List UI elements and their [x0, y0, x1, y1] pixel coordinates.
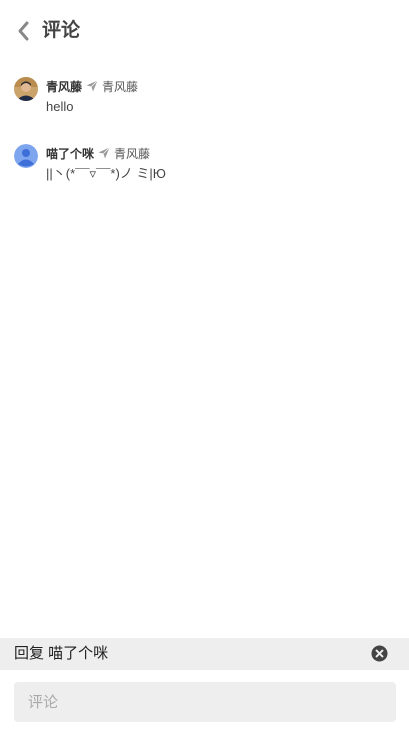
- header: 评论: [0, 0, 409, 62]
- comment-input-container: [14, 682, 396, 722]
- avatar[interactable]: [14, 144, 38, 168]
- clear-reply-button[interactable]: [371, 645, 388, 662]
- comments-page: 评论 青风藤 青风藤 hello 喵了个咪 青风藤 ||丶(*¯¯▿¯¯*)ノ …: [0, 0, 409, 731]
- comment-content: ||丶(*¯¯▿¯¯*)ノ ミ|Ю: [46, 166, 166, 181]
- photo-avatar: [14, 77, 38, 101]
- avatar[interactable]: [14, 77, 38, 101]
- back-button[interactable]: [10, 17, 36, 45]
- comment-meta: 青风藤 青风藤: [46, 77, 138, 95]
- comment-content: hello: [46, 99, 74, 114]
- comment-input[interactable]: [14, 682, 396, 722]
- comment-meta: 喵了个咪 青风藤: [46, 144, 150, 162]
- send-icon: [86, 80, 98, 92]
- close-circle-icon: [371, 645, 388, 662]
- reply-target-bar: 回复 喵了个咪: [0, 638, 409, 670]
- chevron-left-icon: [18, 21, 29, 41]
- reply-target-label: 回复 喵了个咪: [14, 645, 109, 662]
- author-name[interactable]: 青风藤: [46, 78, 82, 95]
- send-icon: [98, 147, 110, 159]
- reply-to-name[interactable]: 青风藤: [102, 78, 138, 95]
- page-title: 评论: [42, 20, 81, 41]
- reply-to-name[interactable]: 青风藤: [114, 145, 150, 162]
- author-name[interactable]: 喵了个咪: [46, 145, 94, 162]
- default-user-avatar: [14, 144, 38, 168]
